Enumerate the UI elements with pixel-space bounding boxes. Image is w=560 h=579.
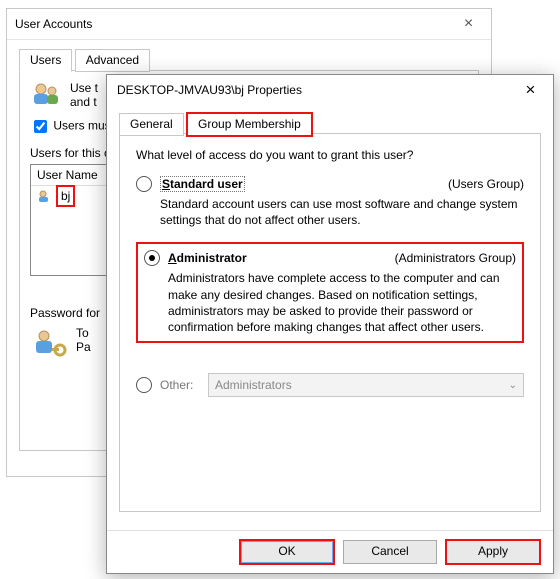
dialog-titlebar: DESKTOP-JMVAU93\bj Properties × (107, 75, 553, 105)
window-title: User Accounts (15, 17, 92, 31)
user-head-icon (37, 189, 53, 203)
administrator-label: Administrator (168, 251, 247, 265)
dialog-tab-strip: General Group Membership (119, 111, 541, 134)
apply-button[interactable]: Apply (445, 539, 541, 565)
administrator-group: (Administrators Group) (395, 251, 516, 265)
key-user-icon (30, 326, 70, 360)
use-text: Use t and t (70, 81, 98, 109)
tab-advanced[interactable]: Advanced (75, 49, 150, 72)
dialog-title: DESKTOP-JMVAU93\bj Properties (117, 83, 302, 97)
close-icon[interactable]: × (446, 9, 491, 39)
standard-user-desc: Standard account users can use most soft… (160, 196, 524, 228)
chevron-down-icon: ⌄ (509, 380, 517, 391)
dialog-button-bar: OK Cancel Apply (107, 530, 553, 573)
ok-button[interactable]: OK (239, 539, 335, 565)
other-group-combo[interactable]: Administrators ⌄ (208, 373, 524, 397)
access-question: What level of access do you want to gran… (136, 148, 524, 162)
tab-general[interactable]: General (119, 113, 184, 136)
user-row-name: bj (57, 186, 74, 206)
option-standard-user[interactable]: Standard user (Users Group) Standard acc… (136, 176, 524, 228)
close-icon[interactable]: × (508, 75, 553, 105)
tab-group-membership[interactable]: Group Membership (186, 112, 313, 137)
checkbox-input[interactable] (34, 120, 47, 133)
password-text: To Pa (76, 326, 91, 354)
administrator-desc: Administrators have complete access to t… (168, 270, 516, 335)
users-icon (30, 81, 64, 109)
standard-user-group: (Users Group) (448, 177, 524, 191)
combo-value: Administrators (215, 378, 292, 392)
properties-dialog: DESKTOP-JMVAU93\bj Properties × General … (106, 74, 554, 574)
option-administrator[interactable]: Administrator (Administrators Group) Adm… (136, 242, 524, 343)
cancel-button[interactable]: Cancel (343, 540, 437, 564)
radio-administrator[interactable] (144, 250, 160, 266)
tab-users[interactable]: Users (19, 49, 72, 72)
standard-user-label: Standard user (160, 176, 245, 192)
radio-other[interactable] (136, 377, 152, 393)
tab-strip: Users Advanced (19, 48, 479, 71)
other-label: Other: (160, 378, 208, 392)
radio-standard[interactable] (136, 176, 152, 192)
window-titlebar: User Accounts × (7, 9, 491, 40)
checkbox-label: Users must (53, 119, 114, 133)
option-other[interactable]: Other: Administrators ⌄ (136, 373, 524, 397)
